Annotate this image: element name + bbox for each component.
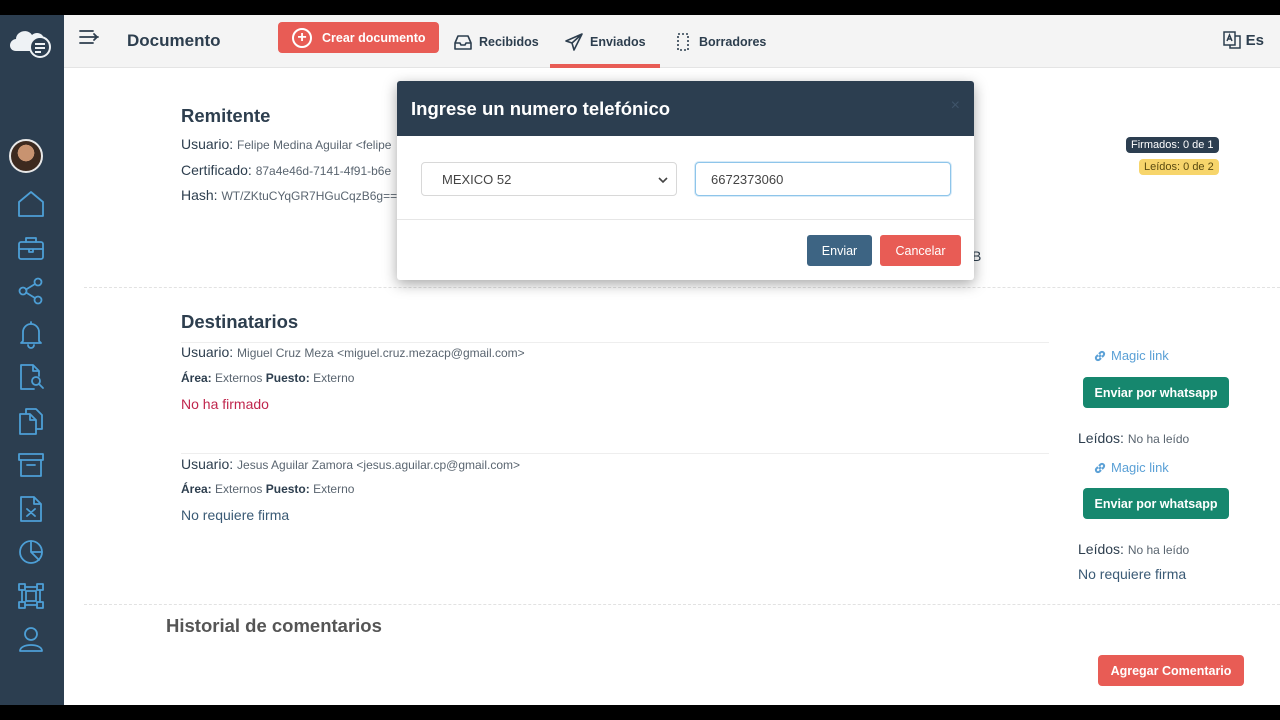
country-select[interactable]: MEXICO 52 xyxy=(421,162,677,196)
dialog-divider xyxy=(397,219,974,220)
dialog-title: Ingrese un numero telefónico xyxy=(411,98,671,119)
country-select-value: MEXICO 52 xyxy=(442,171,512,187)
app-frame: Documento + Crear documento Recibidos En… xyxy=(0,15,1280,705)
phone-dialog: Ingrese un numero telefónico × MEXICO 52… xyxy=(397,81,974,280)
cancel-button[interactable]: Cancelar xyxy=(880,235,961,266)
send-button[interactable]: Enviar xyxy=(807,235,872,266)
dialog-header: Ingrese un numero telefónico × xyxy=(397,81,974,136)
phone-input[interactable] xyxy=(695,162,951,196)
close-icon[interactable]: × xyxy=(951,97,960,115)
modal-overlay: Ingrese un numero telefónico × MEXICO 52… xyxy=(0,15,1280,705)
chevron-down-icon xyxy=(658,177,668,184)
